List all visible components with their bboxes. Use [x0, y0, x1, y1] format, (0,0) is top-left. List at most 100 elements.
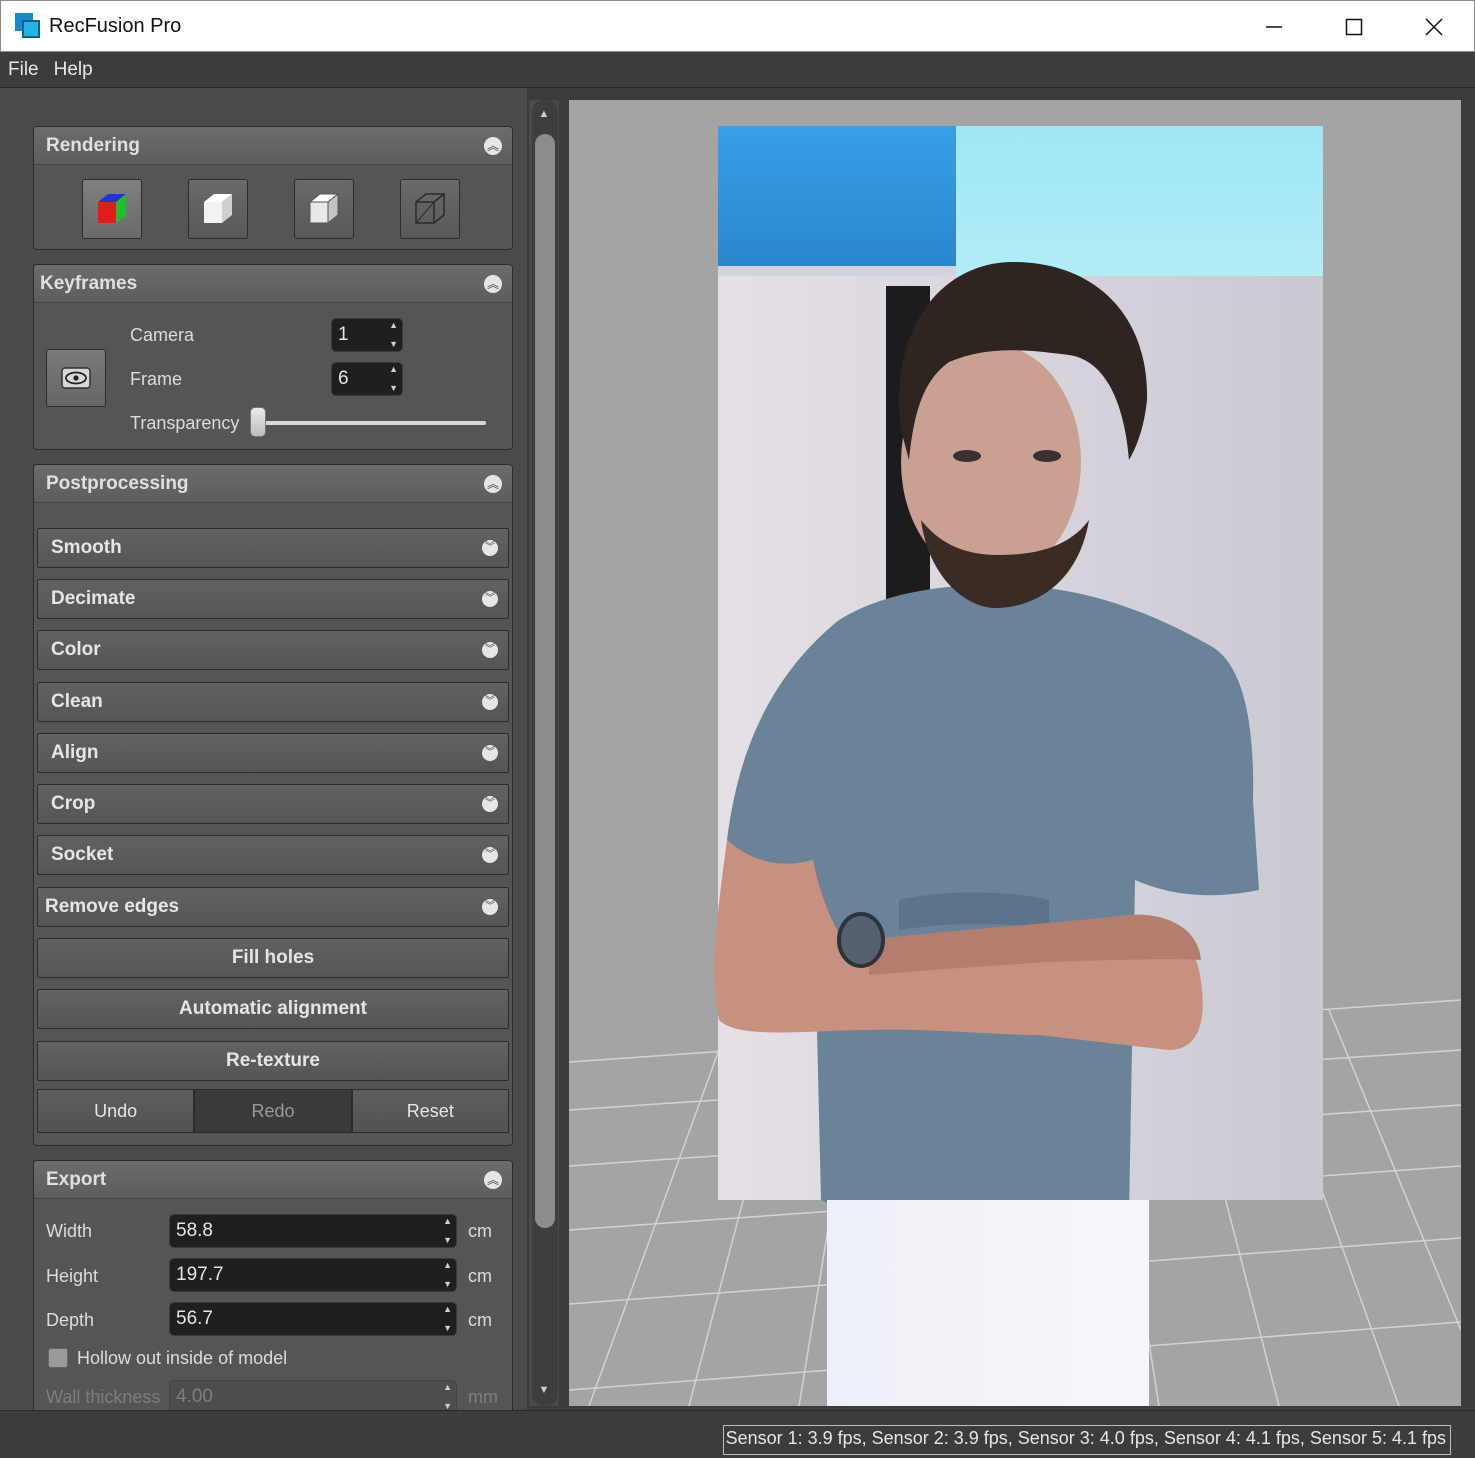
keyframe-view-button[interactable]: [46, 349, 106, 407]
solid-cube-icon: [204, 194, 232, 223]
sensor-status: Sensor 1: 3.9 fps, Sensor 2: 3.9 fps, Se…: [722, 1425, 1451, 1455]
height-label: Height: [46, 1266, 99, 1286]
menu-bar: File Help: [0, 52, 1475, 88]
width-spinbox[interactable]: 58.8 ▲ ▼: [169, 1214, 457, 1248]
menu-file[interactable]: File: [0, 59, 46, 81]
spin-arrows[interactable]: ▲ ▼: [443, 1382, 452, 1411]
spin-down-icon: ▼: [443, 1279, 452, 1289]
section-decimate[interactable]: Decimate ︾: [37, 579, 509, 619]
spin-arrows[interactable]: ▲ ▼: [443, 1217, 452, 1245]
keyframes-header[interactable]: Keyframes ︽: [34, 265, 512, 303]
spin-up-icon: ▲: [443, 1304, 452, 1314]
shaded-cube-icon: [308, 192, 340, 225]
maximize-icon: [1345, 18, 1363, 36]
camera-label: Camera: [130, 325, 195, 345]
frame-label: Frame: [130, 369, 183, 389]
rendering-header[interactable]: Rendering ︽: [34, 127, 512, 165]
transparency-label: Transparency: [130, 413, 240, 433]
render-wireframe-button[interactable]: [400, 179, 460, 239]
height-value: 197.7: [176, 1264, 224, 1285]
expand-icon[interactable]: ︾: [482, 796, 498, 812]
spin-arrows[interactable]: ▲ ▼: [389, 365, 398, 393]
rendering-title: Rendering: [46, 134, 140, 156]
section-color[interactable]: Color ︾: [37, 630, 509, 670]
spin-down-icon: ▼: [443, 1323, 452, 1333]
section-remove-edges[interactable]: Remove edges ︾: [37, 887, 509, 927]
expand-icon[interactable]: ︾: [482, 847, 498, 863]
app-logo-icon: [15, 13, 41, 39]
spin-down-icon: ▼: [389, 339, 398, 349]
wall-thickness-spinbox[interactable]: 4.00 ▲ ▼: [169, 1380, 457, 1410]
transparency-slider-track[interactable]: [258, 421, 486, 425]
side-panel-scrollbar[interactable]: ▲ ▼: [529, 100, 559, 1406]
scroll-up-icon[interactable]: ▲: [529, 108, 559, 120]
expand-icon[interactable]: ︾: [482, 694, 498, 710]
postprocessing-title: Postprocessing: [46, 472, 189, 494]
color-cube-icon: [98, 194, 126, 223]
menu-help[interactable]: Help: [46, 59, 100, 81]
spin-down-icon: ▼: [389, 383, 398, 393]
reset-button[interactable]: Reset: [351, 1089, 509, 1133]
camera-value: 1: [338, 324, 349, 345]
3d-viewport[interactable]: [569, 100, 1461, 1406]
collapse-icon[interactable]: ︽: [484, 1170, 502, 1189]
spin-up-icon: ▲: [389, 320, 398, 330]
scroll-down-icon[interactable]: ▼: [529, 1384, 559, 1396]
section-smooth[interactable]: Smooth ︾: [37, 528, 509, 568]
export-group: Export ︽ Width 58.8 ▲ ▼ cm Height 197.7 ▲…: [33, 1160, 513, 1410]
postprocessing-header[interactable]: Postprocessing ︽: [34, 465, 512, 503]
minimize-button[interactable]: [1234, 1, 1314, 53]
fill-holes-button[interactable]: Fill holes: [37, 938, 509, 978]
keyframes-group: Keyframes ︽ Camera 1 ▲ ▼ Frame 6 ▲ ▼ Trans…: [33, 264, 513, 450]
spin-arrows[interactable]: ▲ ▼: [443, 1305, 452, 1333]
section-align[interactable]: Align ︾: [37, 733, 509, 773]
frame-value: 6: [338, 368, 349, 389]
collapse-icon[interactable]: ︽: [484, 474, 502, 493]
expand-icon[interactable]: ︾: [482, 591, 498, 607]
expand-icon[interactable]: ︾: [482, 899, 498, 915]
expand-icon[interactable]: ︾: [482, 540, 498, 556]
render-solid-button[interactable]: [188, 179, 248, 239]
eye-icon: [61, 367, 91, 389]
height-unit: cm: [468, 1266, 492, 1286]
close-icon: [1425, 18, 1443, 36]
spin-down-icon: ▼: [443, 1235, 452, 1245]
hollow-checkbox[interactable]: [48, 1348, 68, 1368]
camera-spinbox[interactable]: 1 ▲ ▼: [331, 318, 403, 352]
section-crop[interactable]: Crop ︾: [37, 784, 509, 824]
wireframe-cube-icon: [415, 193, 447, 224]
spin-arrows[interactable]: ▲ ▼: [443, 1261, 452, 1289]
render-shaded-button[interactable]: [294, 179, 354, 239]
re-texture-button[interactable]: Re-texture: [37, 1041, 509, 1081]
render-color-button[interactable]: [82, 179, 142, 239]
expand-icon[interactable]: ︾: [482, 642, 498, 658]
collapse-icon[interactable]: ︽: [484, 136, 502, 155]
scroll-thumb[interactable]: [535, 134, 555, 1228]
spin-arrows[interactable]: ▲ ▼: [389, 321, 398, 349]
undo-button[interactable]: Undo: [37, 1089, 195, 1133]
height-spinbox[interactable]: 197.7 ▲ ▼: [169, 1258, 457, 1292]
maximize-button[interactable]: [1314, 1, 1394, 53]
automatic-alignment-button[interactable]: Automatic alignment: [37, 989, 509, 1029]
spin-up-icon: ▲: [443, 1382, 452, 1392]
rendering-group: Rendering ︽: [33, 126, 513, 250]
export-title: Export: [46, 1168, 107, 1190]
expand-icon[interactable]: ︾: [482, 745, 498, 761]
transparency-slider-handle[interactable]: [250, 407, 266, 437]
section-socket[interactable]: Socket ︾: [37, 835, 509, 875]
redo-button[interactable]: Redo: [194, 1089, 352, 1133]
history-buttons: Undo Redo Reset: [37, 1089, 509, 1133]
spin-up-icon: ▲: [443, 1216, 452, 1226]
minimize-icon: [1266, 26, 1282, 28]
section-clean[interactable]: Clean ︾: [37, 682, 509, 722]
frame-spinbox[interactable]: 6 ▲ ▼: [331, 362, 403, 396]
depth-spinbox[interactable]: 56.7 ▲ ▼: [169, 1302, 457, 1336]
close-button[interactable]: [1394, 1, 1474, 53]
wall-thickness-unit: mm: [468, 1387, 498, 1407]
width-value: 58.8: [176, 1220, 213, 1241]
depth-unit: cm: [468, 1310, 492, 1330]
side-panel: Rendering ︽ Keyframes ︽ Camera 1 ▲ ▼ Fra…: [0, 88, 528, 1410]
export-header[interactable]: Export ︽: [34, 1161, 512, 1199]
collapse-icon[interactable]: ︽: [484, 274, 502, 293]
spin-up-icon: ▲: [443, 1260, 452, 1270]
